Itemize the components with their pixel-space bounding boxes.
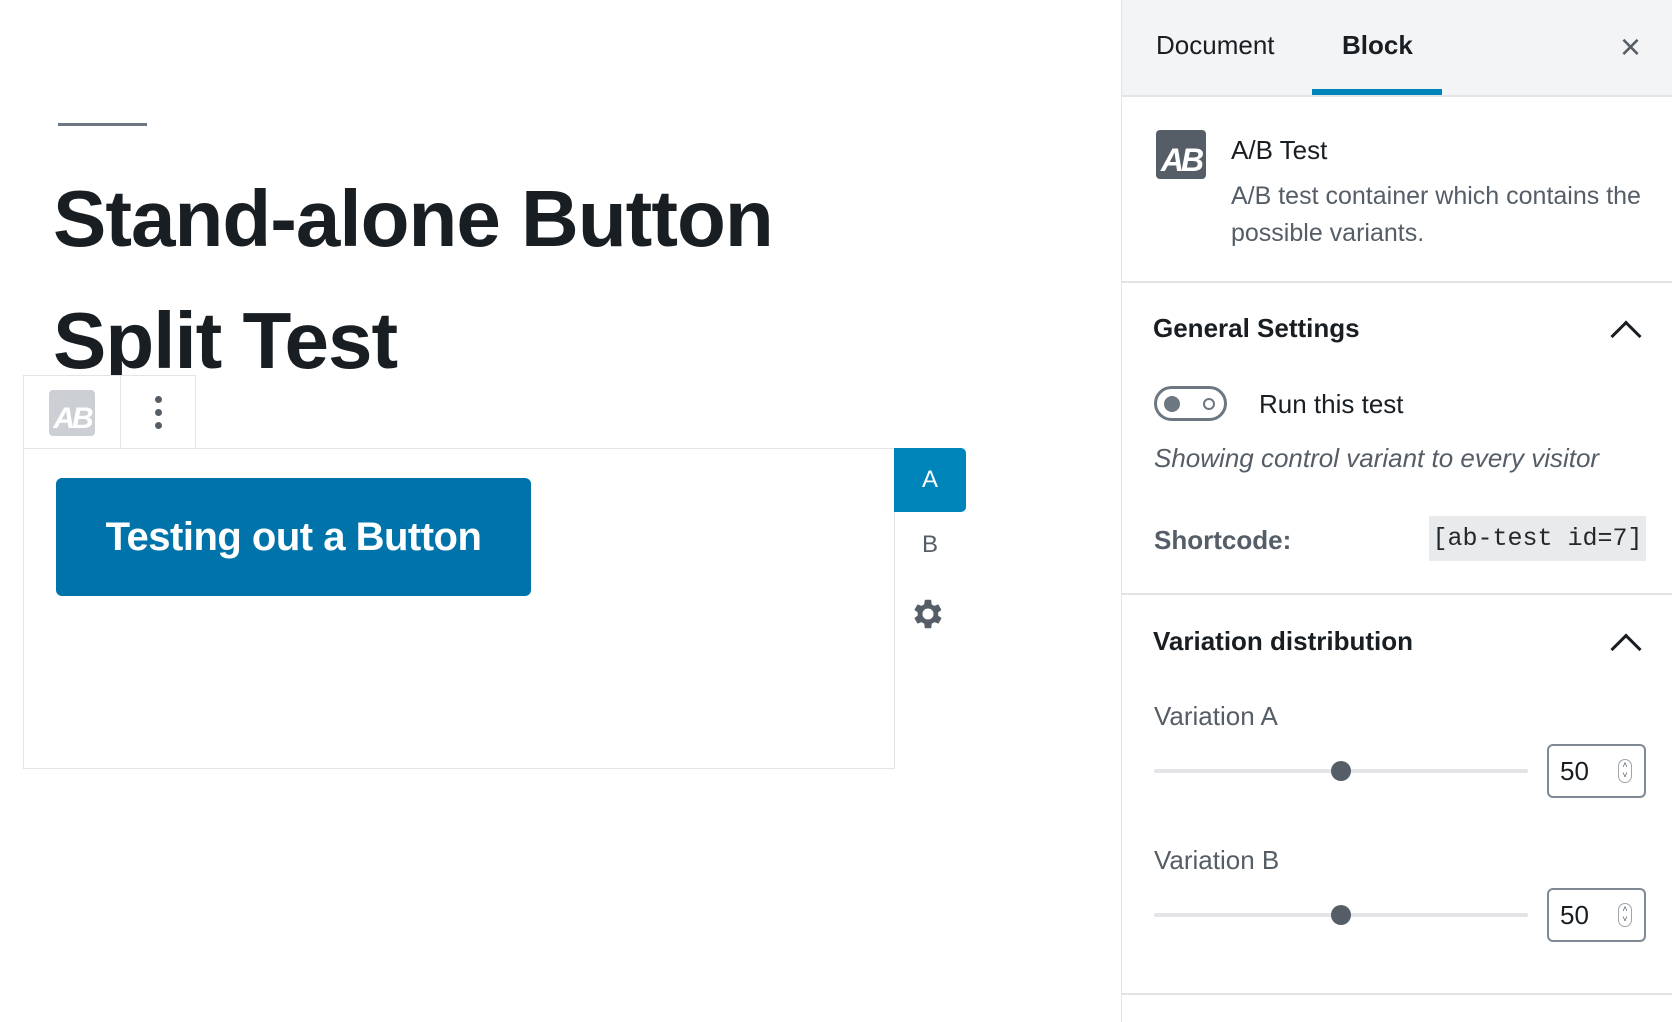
variation-a-label: Variation A bbox=[1154, 701, 1278, 731]
variation-b-input[interactable]: 50 ˄ ˅ bbox=[1547, 888, 1646, 942]
block-card-title: A/B Test bbox=[1231, 135, 1328, 165]
general-settings-header[interactable]: General Settings bbox=[1153, 313, 1360, 344]
more-vertical-icon bbox=[154, 396, 162, 403]
post-title[interactable]: Stand-alone Button Split Test bbox=[53, 158, 953, 402]
chevron-up-icon[interactable] bbox=[1610, 633, 1642, 665]
testing-button[interactable]: Testing out a Button bbox=[56, 478, 531, 596]
shortcode-label: Shortcode: bbox=[1154, 525, 1292, 555]
settings-sidebar: Document Block × AB A/B Test A/B test co… bbox=[1121, 0, 1672, 1022]
variation-a-value: 50 bbox=[1560, 755, 1589, 786]
slider-thumb[interactable] bbox=[1331, 761, 1351, 781]
title-separator bbox=[58, 123, 147, 126]
variation-b-value: 50 bbox=[1560, 899, 1589, 930]
ab-test-icon: AB bbox=[49, 389, 95, 436]
variation-distribution-header[interactable]: Variation distribution bbox=[1153, 626, 1413, 657]
block-type-button[interactable]: AB bbox=[24, 376, 121, 449]
block-card-description: A/B test container which contains the po… bbox=[1231, 182, 1641, 247]
close-icon[interactable]: × bbox=[1620, 26, 1641, 68]
run-test-label: Run this test bbox=[1259, 389, 1404, 419]
gear-icon[interactable] bbox=[909, 595, 947, 638]
ab-test-icon: AB bbox=[1156, 130, 1206, 179]
active-tab-indicator bbox=[1312, 89, 1442, 95]
chevron-up-icon[interactable] bbox=[1610, 320, 1642, 352]
divider bbox=[1122, 593, 1672, 595]
variant-tab-b[interactable]: B bbox=[894, 522, 966, 568]
variation-b-label: Variation B bbox=[1154, 845, 1280, 875]
variation-b-slider[interactable] bbox=[1154, 905, 1528, 925]
tab-block[interactable]: Block bbox=[1342, 30, 1413, 61]
variation-a-slider[interactable] bbox=[1154, 761, 1528, 781]
divider bbox=[1122, 281, 1672, 283]
block-toolbar: AB bbox=[23, 375, 196, 449]
divider bbox=[1122, 993, 1672, 995]
slider-thumb[interactable] bbox=[1331, 905, 1351, 925]
test-status-text: Showing control variant to every visitor bbox=[1154, 443, 1600, 473]
spinner-icon[interactable]: ˄ ˅ bbox=[1618, 759, 1632, 783]
run-test-toggle[interactable] bbox=[1154, 386, 1227, 421]
sidebar-tabs: Document Block × bbox=[1122, 0, 1672, 97]
more-options-button[interactable] bbox=[121, 376, 195, 449]
variant-tab-a[interactable]: A bbox=[894, 448, 966, 512]
variation-a-input[interactable]: 50 ˄ ˅ bbox=[1547, 744, 1646, 798]
shortcode-value[interactable]: [ab-test id=7] bbox=[1429, 516, 1646, 561]
spinner-icon[interactable]: ˄ ˅ bbox=[1618, 903, 1632, 927]
tab-document[interactable]: Document bbox=[1156, 30, 1275, 61]
